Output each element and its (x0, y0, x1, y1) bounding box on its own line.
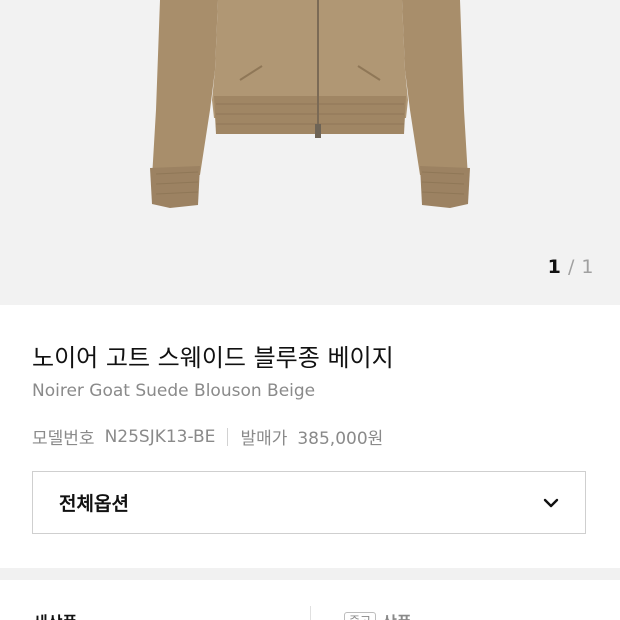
image-counter-separator: / (567, 256, 575, 278)
used-product-label: 상품 (382, 609, 411, 620)
release-price-value: 385,000원 (297, 429, 384, 449)
option-select-button[interactable]: 전체옵션 (32, 471, 586, 534)
product-meta: 모델번호 N25SJK13-BE 발매가 385,000원 (32, 424, 384, 450)
tab-new-product[interactable]: 새상품 (33, 609, 77, 620)
product-subtitle: Noirer Goat Suede Blouson Beige (32, 381, 316, 401)
image-counter: 1 / 1 (548, 256, 594, 278)
product-title: 노이어 고트 스웨이드 블루종 베이지 (32, 344, 394, 372)
product-image-gallery[interactable]: 1 / 1 (0, 0, 620, 305)
model-number-value: N25SJK13-BE (104, 426, 216, 447)
section-divider (0, 568, 620, 580)
image-counter-current: 1 (547, 256, 562, 278)
used-badge: 중고 (344, 612, 377, 620)
chevron-down-icon (543, 498, 559, 508)
tab-divider (310, 606, 311, 620)
product-condition-tabs: 새상품 중고 상품 (0, 580, 620, 620)
tab-used-product[interactable]: 중고 상품 (344, 609, 412, 620)
image-counter-total: 1 (581, 256, 594, 278)
meta-divider (227, 427, 229, 446)
model-number-label: 모델번호 (32, 429, 95, 449)
release-price-label: 발매가 (240, 429, 288, 449)
option-select-label: 전체옵션 (59, 493, 129, 515)
product-image (150, 0, 470, 208)
